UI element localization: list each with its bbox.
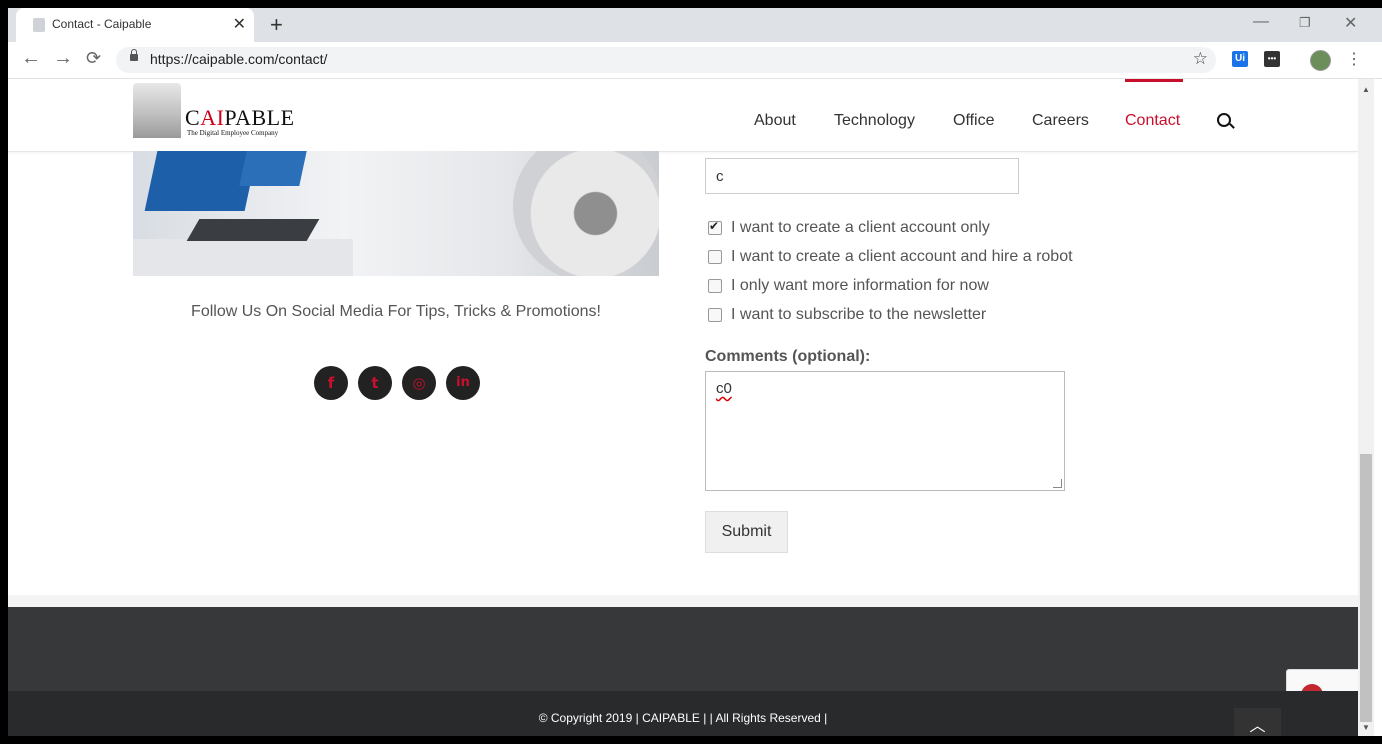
tab-close-icon[interactable]: ✕ (233, 14, 246, 34)
scroll-up-arrow-icon[interactable]: ▲ (1362, 85, 1370, 94)
logo-suffix: PABLE (224, 105, 295, 130)
nav-about[interactable]: About (754, 112, 796, 130)
comments-label: Comments (optional): (705, 348, 871, 365)
option-label: I want to create a client account only (731, 219, 990, 236)
copyright-bar: © Copyright 2019 | CAIPABLE | | All Righ… (8, 691, 1358, 736)
instagram-icon[interactable]: ◎ (402, 366, 436, 400)
robots-hero-image (133, 151, 659, 276)
resize-grip-icon[interactable] (1053, 479, 1062, 488)
logo-highlight: AI (200, 105, 225, 130)
footer-widgets (8, 607, 1358, 691)
option-label: I want to create a client account and hi… (731, 248, 1073, 265)
option-label: I only want more information for now (731, 277, 989, 294)
twitter-icon[interactable]: t (358, 366, 392, 400)
logo-prefix: C (185, 105, 201, 130)
minimize-button[interactable]: — (1253, 13, 1269, 31)
scroll-down-arrow-icon[interactable]: ▼ (1362, 723, 1370, 732)
tab-title: Contact - Caipable (52, 17, 152, 31)
browser-tab[interactable]: Contact - Caipable ✕ (16, 8, 254, 42)
comments-textarea[interactable]: c0 (705, 371, 1065, 491)
bookmark-star-icon[interactable]: ☆ (1193, 49, 1208, 69)
copyright-text: © Copyright 2019 | CAIPABLE | | All Righ… (538, 711, 828, 725)
browser-window: Contact - Caipable ✕ + — ❐ ✕ ← → ⟳ https… (8, 8, 1382, 736)
footer-separator (8, 595, 1358, 607)
new-tab-button[interactable]: + (270, 12, 283, 38)
window-close-button[interactable]: ✕ (1344, 13, 1357, 33)
nav-technology[interactable]: Technology (834, 112, 915, 130)
uipath-extension-icon[interactable]: Ui (1232, 51, 1248, 67)
active-nav-indicator (1125, 79, 1183, 82)
profile-avatar[interactable] (1310, 50, 1331, 71)
site-favicon-icon (33, 18, 45, 32)
logo-tagline: The Digital Employee Company (187, 129, 279, 137)
lock-icon (130, 49, 138, 61)
linkedin-icon[interactable]: in (446, 366, 480, 400)
url-text[interactable]: https://caipable.com/contact/ (150, 51, 327, 67)
checkbox[interactable] (708, 308, 722, 322)
restore-button[interactable]: ❐ (1299, 15, 1311, 31)
address-bar[interactable]: https://caipable.com/contact/ ☆ (116, 47, 1216, 73)
search-icon[interactable] (1217, 113, 1231, 127)
laptop-screen-shape-2 (239, 151, 307, 186)
browser-menu-icon[interactable]: ⋮ (1346, 49, 1362, 69)
reload-button[interactable]: ⟳ (86, 48, 101, 69)
extension-icon[interactable]: ••• (1264, 51, 1280, 67)
checkbox[interactable] (708, 250, 722, 264)
robot-shape (513, 151, 659, 276)
checkbox-checked[interactable] (708, 219, 722, 235)
nav-contact[interactable]: Contact (1125, 112, 1180, 130)
desk-shape (133, 239, 353, 276)
forward-button[interactable]: → (53, 47, 73, 70)
submit-button[interactable]: Submit (705, 511, 788, 553)
company-input[interactable]: c (705, 158, 1019, 194)
browser-toolbar: ← → ⟳ https://caipable.com/contact/ ☆ Ui… (8, 42, 1382, 79)
web-page: CAIPABLE The Digital Employee Company Ab… (8, 79, 1358, 736)
option-label: I want to subscribe to the newsletter (731, 306, 987, 323)
nav-careers[interactable]: Careers (1032, 112, 1089, 130)
facebook-icon[interactable]: f (314, 366, 348, 400)
checkbox[interactable] (708, 279, 722, 293)
logo-robot-image[interactable] (133, 83, 181, 138)
keyboard-shape (186, 219, 320, 241)
site-header: CAIPABLE The Digital Employee Company Ab… (8, 79, 1358, 152)
site-logo[interactable]: CAIPABLE (185, 105, 295, 131)
back-to-top-button[interactable]: ︿ (1234, 708, 1281, 736)
nav-office[interactable]: Office (953, 112, 995, 130)
comments-value: c0 (716, 380, 732, 397)
tab-strip: Contact - Caipable ✕ + — ❐ ✕ (8, 8, 1382, 42)
social-heading: Follow Us On Social Media For Tips, Tric… (191, 303, 601, 320)
scrollbar-thumb[interactable] (1360, 454, 1372, 722)
back-button[interactable]: ← (21, 47, 41, 70)
page-scrollbar[interactable]: ▲ ▼ (1358, 79, 1374, 736)
